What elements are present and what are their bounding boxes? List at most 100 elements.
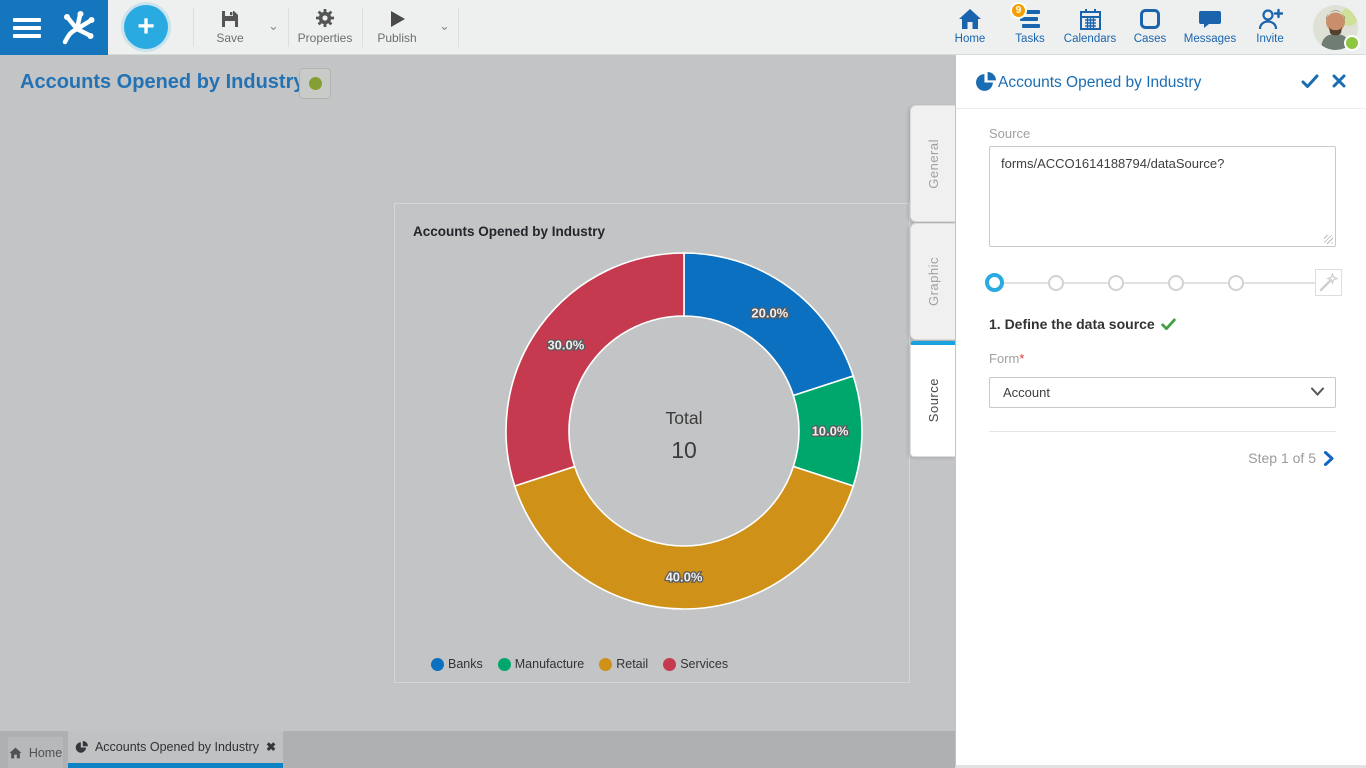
legend-label: Manufacture: [515, 657, 584, 671]
source-textarea[interactable]: forms/ACCO1614188794/dataSource?: [989, 146, 1336, 247]
gear-icon: [292, 6, 358, 28]
donut-chart: 20.0% 10.0% 40.0% 30.0% Total 10: [395, 204, 911, 652]
settings-panel: Accounts Opened by Industry Source forms…: [955, 55, 1366, 768]
bottom-tab-bar: Home Accounts Opened by Industry ✖: [0, 731, 955, 768]
tab-general[interactable]: General: [910, 105, 956, 222]
chart-card: Accounts Opened by Industry 20.0%10.0%40…: [394, 203, 910, 683]
toolbar-separator: [362, 8, 363, 47]
properties-button[interactable]: Properties: [292, 6, 358, 50]
legend-label: Services: [680, 657, 728, 671]
slice-percent-label: 30.0%: [547, 338, 584, 353]
toolbar-separator: [288, 8, 289, 47]
donut-center-text: Total: [666, 408, 703, 428]
required-asterisk: *: [1019, 351, 1024, 366]
properties-label: Properties: [292, 31, 358, 45]
cases-icon: [1120, 7, 1180, 31]
legend-dot: [498, 658, 511, 671]
publish-play-icon: [364, 6, 430, 28]
publish-label: Publish: [364, 31, 430, 45]
slice-percent-label: 10.0%: [812, 424, 849, 439]
status-indicator-button[interactable]: [299, 68, 331, 99]
magic-wand-button[interactable]: [1315, 269, 1342, 296]
save-dropdown-chevron[interactable]: ⌄: [268, 18, 279, 34]
nav-calendars[interactable]: Calendars: [1060, 0, 1120, 55]
step-indicator: Step 1 of 5: [1248, 450, 1316, 466]
legend-item-retail[interactable]: Retail: [599, 657, 648, 671]
donut-slice-banks[interactable]: [684, 253, 853, 395]
confirm-check-icon[interactable]: [1301, 74, 1319, 89]
legend-dot: [663, 658, 676, 671]
add-button[interactable]: +: [124, 5, 168, 49]
calendar-icon: [1060, 7, 1120, 31]
legend-label: Retail: [616, 657, 648, 671]
donut-slice-retail[interactable]: [515, 467, 854, 609]
panel-divider: [989, 431, 1336, 432]
valid-check-icon: [1161, 318, 1176, 331]
top-navigation: Home 9 Tasks Calendars Cases Messages: [940, 0, 1300, 55]
home-icon: [940, 7, 1000, 31]
chevron-down-icon: [1311, 387, 1324, 396]
donut-center-text: 10: [671, 437, 697, 463]
legend-label: Banks: [448, 657, 483, 671]
form-select[interactable]: Account: [989, 377, 1336, 408]
step-circle-3[interactable]: [1108, 275, 1124, 291]
bottom-tab-home[interactable]: Home: [8, 737, 63, 768]
source-field-label: Source: [989, 126, 1030, 141]
legend-item-services[interactable]: Services: [663, 657, 728, 671]
publish-dropdown-chevron[interactable]: ⌄: [439, 18, 450, 34]
page-title: Accounts Opened by Industry: [20, 71, 304, 94]
step-circle-1[interactable]: [985, 273, 1004, 292]
step-heading: 1. Define the data source: [989, 316, 1176, 332]
invite-icon: [1240, 7, 1300, 31]
bottom-tab-active[interactable]: Accounts Opened by Industry ✖: [68, 731, 283, 768]
legend-item-banks[interactable]: Banks: [431, 657, 483, 671]
tab-close-icon[interactable]: ✖: [266, 740, 276, 754]
step-circle-4[interactable]: [1168, 275, 1184, 291]
nav-tasks[interactable]: 9 Tasks: [1000, 0, 1060, 55]
nav-messages[interactable]: Messages: [1180, 0, 1240, 55]
panel-title: Accounts Opened by Industry: [998, 74, 1201, 92]
step-circle-5[interactable]: [1228, 275, 1244, 291]
toolbar-separator: [458, 8, 459, 47]
magic-wand-icon: [1319, 273, 1338, 292]
close-icon[interactable]: [1332, 74, 1346, 88]
legend-item-manufacture[interactable]: Manufacture: [498, 657, 584, 671]
panel-header: Accounts Opened by Industry: [956, 55, 1366, 109]
legend-dot: [599, 658, 612, 671]
nav-cases[interactable]: Cases: [1120, 0, 1180, 55]
form-field-label: Form*: [989, 351, 1024, 366]
tab-graphic[interactable]: Graphic: [910, 223, 956, 340]
pie-chart-icon: [975, 72, 996, 93]
panel-side-tabs: General Graphic Source: [910, 105, 956, 458]
tasks-badge: 9: [1010, 2, 1027, 19]
pie-tab-icon: [75, 741, 88, 754]
slice-percent-label: 20.0%: [751, 305, 788, 320]
chart-legend: Banks Manufacture Retail Services: [431, 657, 728, 671]
workspace: Accounts Opened by Industry Accounts Ope…: [0, 55, 955, 768]
toolbar-separator: [193, 8, 194, 47]
home-tab-icon: [9, 747, 22, 759]
nav-invite[interactable]: Invite: [1240, 0, 1300, 55]
chevron-right-icon[interactable]: [1324, 451, 1334, 466]
save-label: Save: [197, 31, 263, 45]
app-logo-icon[interactable]: [55, 8, 99, 48]
status-green-dot: [309, 77, 322, 90]
wizard-stepper: [985, 269, 1342, 296]
step-navigation[interactable]: Step 1 of 5: [1248, 450, 1334, 466]
save-button[interactable]: Save: [197, 6, 263, 50]
user-avatar[interactable]: [1313, 5, 1358, 50]
tasks-icon: [1000, 7, 1060, 31]
online-status-dot: [1344, 35, 1360, 51]
menu-icon[interactable]: [13, 18, 41, 38]
app-logo-block: [0, 0, 108, 55]
save-icon: [197, 6, 263, 28]
top-toolbar: + Save ⌄ Properties: [0, 0, 1366, 55]
tab-source[interactable]: Source: [910, 341, 956, 457]
step-circle-2[interactable]: [1048, 275, 1064, 291]
messages-icon: [1180, 7, 1240, 31]
publish-button[interactable]: Publish: [364, 6, 430, 50]
nav-home[interactable]: Home: [940, 0, 1000, 55]
legend-dot: [431, 658, 444, 671]
donut-slice-services[interactable]: [506, 253, 684, 486]
slice-percent-label: 40.0%: [666, 570, 703, 585]
